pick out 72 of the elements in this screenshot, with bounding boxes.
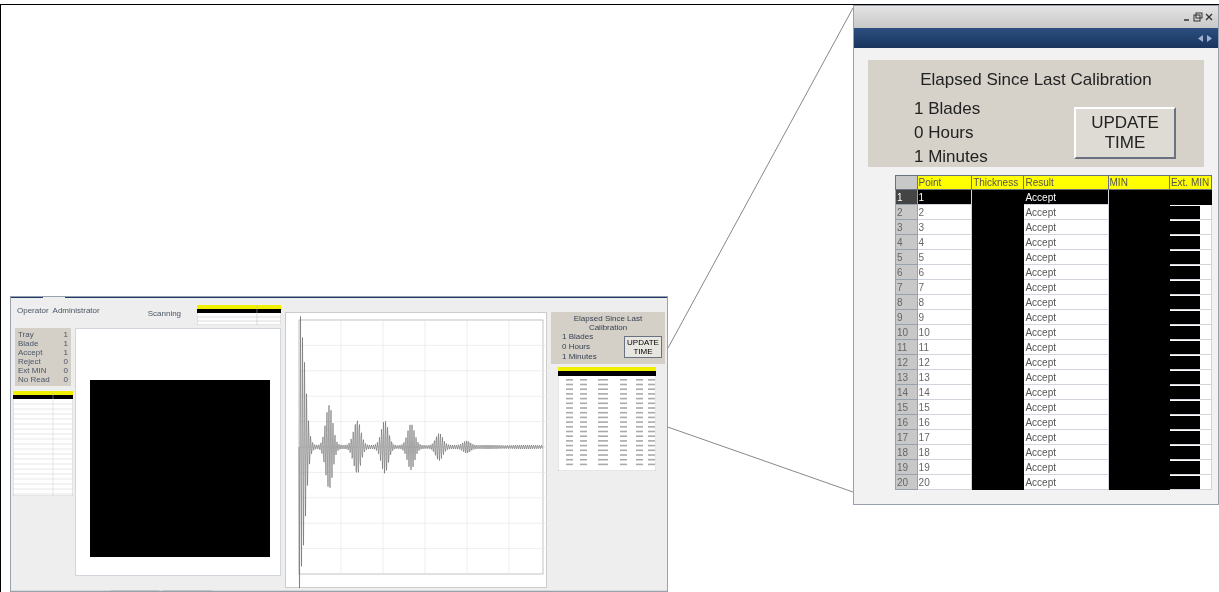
table-row[interactable]: 10 10 Accept — [895, 324, 1212, 340]
counter-value: 1 — [63, 330, 68, 340]
elapsed-count: 1 Blades — [562, 332, 595, 343]
table-row[interactable]: 6 6 Accept — [895, 264, 1212, 280]
elapsed-count: 0 Hours — [562, 342, 591, 353]
redacted-cell — [1169, 265, 1200, 279]
counter-label: Tray — [18, 330, 34, 340]
redacted-cell — [1169, 310, 1200, 324]
table-row[interactable]: 20 20 Accept — [895, 474, 1212, 490]
counter-value: 1 — [63, 339, 68, 349]
elapsed-count: 1 Minutes — [562, 352, 597, 363]
elapsed-count: 1 Blades — [914, 97, 982, 120]
update-time-button[interactable]: UPDATE TIME — [1074, 106, 1176, 159]
redacted-cell — [1169, 295, 1200, 309]
operator-label: Operator — [17, 305, 49, 318]
column-header: MIN — [1108, 175, 1170, 190]
redacted-cell — [1169, 235, 1200, 249]
table-row[interactable]: 13 13 Accept — [895, 369, 1212, 385]
redacted-cell — [1169, 355, 1200, 369]
counter-value: 1 — [63, 348, 68, 358]
redacted-cell — [1169, 415, 1200, 429]
counter-value: 0 — [63, 375, 68, 385]
table-row[interactable]: 9 9 Accept — [895, 309, 1212, 325]
table-row[interactable]: 16 16 Accept — [895, 414, 1212, 430]
left-arrow-icon[interactable] — [1198, 34, 1203, 42]
table-row[interactable]: 2 2 Accept — [895, 204, 1212, 220]
elapsed-count: 0 Hours — [914, 121, 975, 144]
table-row[interactable]: 4 4 Accept — [895, 234, 1212, 250]
calibration-title: Elapsed Since Last Calibration — [572, 314, 644, 333]
table-row[interactable]: 15 15 Accept — [895, 399, 1212, 415]
column-header: Ext. MIN — [1169, 175, 1212, 190]
counter-label: Accept — [18, 348, 43, 358]
counter-label: Blade — [18, 339, 39, 349]
redacted-cell — [1169, 445, 1200, 459]
redacted-cell — [1169, 460, 1200, 474]
redacted-cell — [1169, 475, 1200, 489]
table-row[interactable]: 3 3 Accept — [895, 219, 1212, 235]
calibration-title: Elapsed Since Last Calibration — [920, 69, 1152, 91]
column-header: Result — [1023, 175, 1109, 190]
table-row[interactable]: 12 12 Accept — [895, 354, 1212, 370]
column-header: Thickness — [971, 175, 1024, 190]
elapsed-count: 1 Minutes — [914, 145, 988, 168]
redacted-cell — [1169, 385, 1200, 399]
close-icon[interactable] — [1204, 12, 1214, 22]
counter-label: Ext MIN — [18, 366, 47, 376]
table-row[interactable]: 7 7 Accept — [895, 279, 1212, 295]
redacted-cell — [1169, 340, 1200, 354]
counter-label: Reject — [18, 357, 41, 367]
redacted-cell — [1169, 325, 1200, 339]
update-time-button[interactable]: UPDATE TIME — [624, 336, 662, 359]
counter-label: No Read — [18, 375, 50, 385]
redacted-cell — [1169, 430, 1200, 444]
redacted-cell — [1169, 370, 1200, 384]
column-header: Point — [917, 175, 972, 190]
right-arrow-icon[interactable] — [1207, 34, 1212, 42]
counter-value: 0 — [63, 357, 68, 367]
redacted-cell — [1169, 250, 1200, 264]
table-row[interactable]: 14 14 Accept — [895, 384, 1212, 400]
table-row[interactable]: 11 11 Accept — [895, 339, 1212, 355]
redacted-cell — [1169, 280, 1200, 294]
counter-value: 0 — [63, 366, 68, 376]
table-row[interactable]: 18 18 Accept — [895, 444, 1212, 460]
redacted-cell — [1169, 205, 1200, 219]
table-row[interactable]: 5 5 Accept — [895, 249, 1212, 265]
redacted-cell — [1169, 220, 1200, 234]
table-row[interactable]: 17 17 Accept — [895, 429, 1212, 445]
table-row[interactable]: 19 19 Accept — [895, 459, 1212, 475]
restore-icon[interactable] — [1193, 12, 1203, 22]
table-row[interactable]: 8 8 Accept — [895, 294, 1212, 310]
operator-name: Administrator — [52, 305, 100, 318]
status-text: Scanning — [147, 308, 182, 321]
redacted-cell — [1169, 400, 1200, 414]
